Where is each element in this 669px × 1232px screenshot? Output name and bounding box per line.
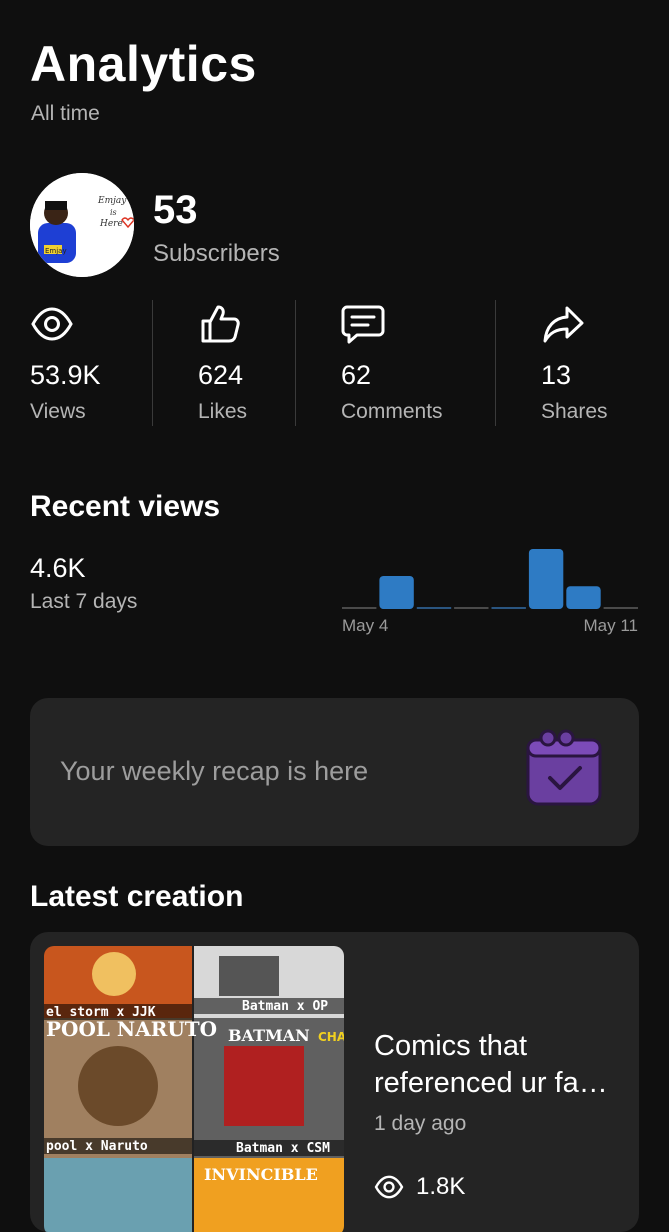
views-label: Views (30, 400, 86, 423)
page-title: Analytics (30, 36, 257, 92)
shares-label: Shares (541, 400, 608, 423)
thumb-caption: Batman x OP (242, 999, 328, 1014)
time-range-label[interactable]: All time (31, 102, 100, 126)
views-value: 53.9K (30, 360, 101, 390)
likes-value: 624 (198, 360, 244, 390)
x-tick-label-end: May 11 (584, 616, 639, 635)
thumb-caption: CHAINS (318, 1030, 344, 1044)
subscriber-label: Subscribers (153, 240, 280, 267)
video-time: 1 day ago (374, 1112, 467, 1135)
chart-bar[interactable] (342, 607, 377, 609)
chart-bar[interactable] (528, 549, 564, 609)
comments-label: Comments (341, 400, 443, 423)
weekly-recap-card[interactable]: Your weekly recap is here (30, 698, 639, 846)
eye-icon (374, 1175, 404, 1199)
recent-views-label: Last 7 days (30, 590, 138, 613)
comments-value: 62 (341, 360, 372, 390)
thumb-caption: BATMAN (228, 1026, 310, 1045)
calendar-check-icon (526, 729, 602, 806)
chart-bar[interactable] (603, 607, 638, 609)
latest-creation-title: Latest creation (30, 880, 244, 913)
share-arrow-icon (543, 306, 584, 343)
stat-divider (495, 300, 496, 426)
avatar[interactable]: Emjay Emjay is Here (30, 173, 134, 277)
thumb-caption: pool x Naruto (46, 1139, 148, 1154)
recent-views-value: 4.6K (30, 553, 86, 583)
thumb-caption: INVINCIBLE (204, 1165, 318, 1184)
chart-bar[interactable] (566, 586, 601, 609)
stat-divider (152, 300, 153, 426)
recent-views-chart[interactable]: May 4 May 11 (342, 538, 640, 638)
recent-views-title: Recent views (30, 490, 221, 523)
comment-icon (341, 305, 385, 344)
subscriber-count: 53 (153, 188, 198, 232)
x-tick-label-start: May 4 (342, 616, 388, 635)
latest-creation-card[interactable]: el storm x JJK Batman x OP POOL NARUTO B… (30, 932, 639, 1232)
video-title[interactable]: Comics that referenced ur fa… (374, 1028, 624, 1102)
chart-bar[interactable] (379, 576, 414, 609)
thumb-caption: Batman x CSM (236, 1141, 330, 1156)
chart-bar[interactable] (416, 607, 452, 609)
thumbs-up-icon (201, 305, 240, 343)
weekly-recap-text: Your weekly recap is here (60, 756, 369, 786)
video-views-value: 1.8K (416, 1173, 466, 1200)
likes-label: Likes (198, 400, 248, 423)
stat-divider (295, 300, 296, 426)
shares-value: 13 (541, 360, 572, 390)
avatar-text-2: is (110, 208, 117, 217)
avatar-text-3: Here (99, 219, 123, 229)
thumb-caption: POOL NARUTO (46, 1017, 217, 1041)
chart-bar[interactable] (491, 607, 526, 609)
chart-bar[interactable] (454, 607, 489, 609)
eye-icon (31, 307, 73, 341)
video-views: 1.8K (374, 1172, 465, 1202)
svg-text:Emjay: Emjay (45, 247, 67, 255)
video-thumbnail[interactable]: el storm x JJK Batman x OP POOL NARUTO B… (44, 946, 344, 1232)
avatar-text-1: Emjay (97, 196, 127, 206)
